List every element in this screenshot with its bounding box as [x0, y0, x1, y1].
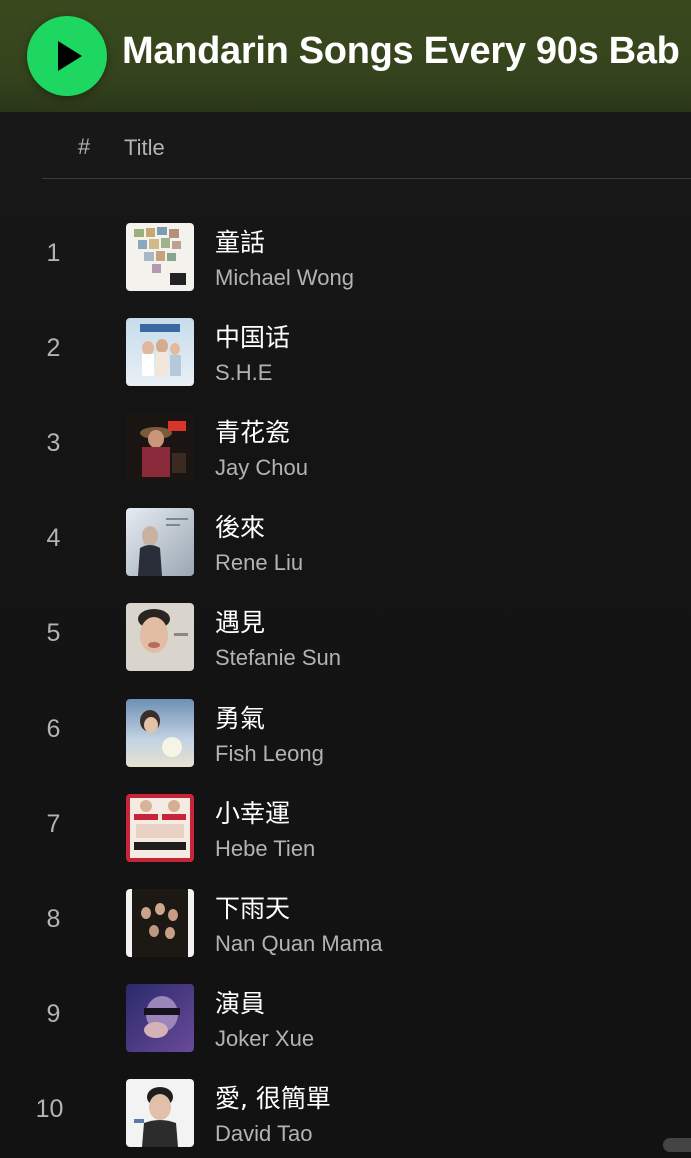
track-list[interactable]: # Title 1 童話 Michael Wong 2 中国话 S.H.E 3 … — [0, 112, 691, 1158]
track-row[interactable]: 10 愛, 很簡單 David Tao — [0, 1079, 691, 1158]
album-cover — [126, 699, 194, 767]
track-number: 4 — [46, 524, 61, 552]
album-cover — [126, 889, 194, 957]
track-artist[interactable]: S.H.E — [215, 360, 272, 386]
track-title[interactable]: 青花瓷 — [215, 413, 290, 449]
track-artist[interactable]: Jay Chou — [215, 455, 308, 481]
track-number: 9 — [46, 1000, 61, 1028]
album-cover — [126, 603, 194, 671]
track-title[interactable]: 遇見 — [215, 603, 265, 639]
playlist-title: Mandarin Songs Every 90s Bab — [122, 30, 680, 72]
track-number: 1 — [46, 239, 61, 267]
album-cover — [126, 1079, 194, 1147]
column-number-header: # — [78, 134, 91, 159]
track-list-header: # Title — [42, 112, 691, 179]
track-number: 3 — [46, 429, 61, 457]
track-title[interactable]: 童話 — [215, 223, 265, 259]
album-cover — [126, 223, 194, 291]
track-row[interactable]: 5 遇見 Stefanie Sun — [0, 603, 691, 693]
track-number: 10 — [35, 1095, 64, 1123]
track-row[interactable]: 4 後來 Rene Liu — [0, 508, 691, 598]
track-title[interactable]: 小幸運 — [215, 794, 290, 830]
album-cover — [126, 318, 194, 386]
play-button[interactable] — [27, 16, 107, 96]
track-artist[interactable]: Fish Leong — [215, 741, 324, 767]
track-number: 6 — [46, 715, 61, 743]
album-cover — [126, 508, 194, 576]
album-cover — [126, 794, 194, 862]
track-artist[interactable]: Hebe Tien — [215, 836, 315, 862]
playlist-header: Mandarin Songs Every 90s Bab — [0, 0, 691, 113]
track-artist[interactable]: Joker Xue — [215, 1026, 314, 1052]
track-artist[interactable]: Michael Wong — [215, 265, 354, 291]
track-artist[interactable]: Stefanie Sun — [215, 645, 341, 671]
track-row[interactable]: 9 演員 Joker Xue — [0, 984, 691, 1074]
track-title[interactable]: 下雨天 — [215, 889, 290, 925]
track-number: 2 — [46, 334, 61, 362]
track-row[interactable]: 8 下雨天 Nan Quan Mama — [0, 889, 691, 979]
track-number: 8 — [46, 905, 61, 933]
track-artist[interactable]: David Tao — [215, 1121, 312, 1147]
track-title[interactable]: 後來 — [215, 508, 265, 544]
track-row[interactable]: 3 青花瓷 Jay Chou — [0, 413, 691, 503]
playlist-view: Mandarin Songs Every 90s Bab # Title 1 童… — [0, 0, 691, 1158]
track-row[interactable]: 7 小幸運 Hebe Tien — [0, 794, 691, 884]
track-row[interactable]: 6 勇氣 Fish Leong — [0, 699, 691, 789]
track-artist[interactable]: Nan Quan Mama — [215, 931, 383, 957]
track-row[interactable]: 2 中国话 S.H.E — [0, 318, 691, 408]
watermark-badge — [663, 1138, 691, 1152]
track-number: 5 — [46, 619, 61, 647]
album-cover — [126, 984, 194, 1052]
track-title[interactable]: 演員 — [215, 984, 265, 1020]
track-number: 7 — [46, 810, 61, 838]
play-icon — [58, 41, 82, 71]
track-artist[interactable]: Rene Liu — [215, 550, 303, 576]
track-title[interactable]: 愛, 很簡單 — [215, 1079, 331, 1115]
track-row[interactable]: 1 童話 Michael Wong — [0, 223, 691, 313]
album-cover — [126, 413, 194, 481]
track-title[interactable]: 勇氣 — [215, 699, 265, 735]
track-title[interactable]: 中国话 — [215, 318, 290, 354]
column-title-header[interactable]: Title — [124, 135, 165, 161]
